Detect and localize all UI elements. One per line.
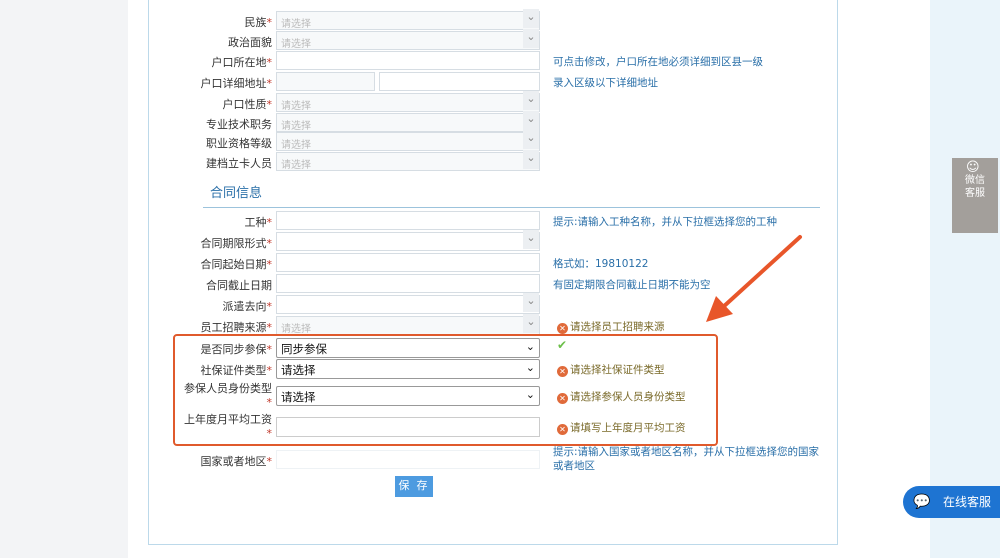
wechat-service-button[interactable]: ☺ 微信 客服	[952, 158, 998, 233]
wechat-label-2: 客服	[965, 188, 985, 199]
wechat-label-1: 微信	[965, 175, 985, 186]
online-service-button[interactable]: 💬 在线客服	[903, 486, 1000, 518]
chat-bubble-icon: 💬	[913, 494, 931, 510]
save-button[interactable]: 保 存	[395, 476, 433, 497]
wechat-icon: ☺	[966, 160, 980, 175]
online-service-label: 在线客服	[943, 495, 992, 509]
annotation-arrow	[706, 235, 802, 322]
